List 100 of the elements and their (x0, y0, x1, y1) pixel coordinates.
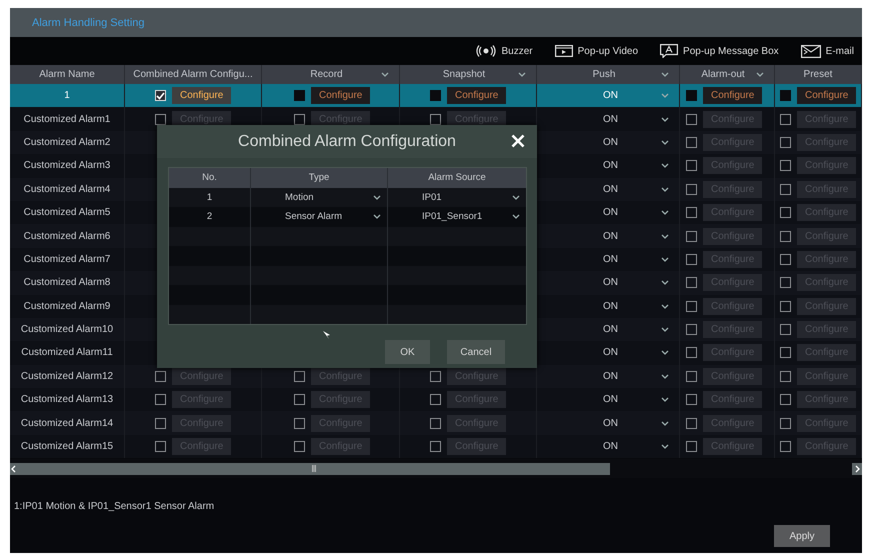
checkbox[interactable] (780, 324, 791, 336)
checkbox[interactable] (686, 254, 697, 265)
source-dropdown[interactable]: IP01_Sensor1 (388, 207, 526, 226)
checkbox[interactable] (780, 160, 791, 172)
checkbox[interactable] (155, 394, 166, 406)
checkbox[interactable] (430, 418, 441, 429)
checkbox[interactable] (294, 114, 305, 125)
checkbox[interactable] (780, 136, 791, 148)
caret-icon (373, 214, 381, 220)
caret-icon (661, 327, 669, 332)
checkbox[interactable] (686, 394, 697, 406)
caret-icon (661, 304, 669, 309)
push-dropdown[interactable]: ON (537, 114, 679, 125)
checkbox[interactable] (780, 300, 791, 312)
push-dropdown[interactable]: ON (537, 394, 679, 406)
checkbox[interactable] (430, 370, 441, 382)
checkbox[interactable] (686, 418, 697, 429)
checkbox[interactable] (780, 207, 791, 218)
checkbox[interactable] (780, 394, 791, 406)
checkbox[interactable] (294, 370, 305, 382)
close-icon[interactable] (511, 134, 525, 148)
configure-button[interactable]: Configure (703, 87, 762, 104)
checkbox[interactable] (294, 90, 305, 102)
column-header: Alarm-out (700, 69, 746, 80)
dialog-button[interactable]: Cancel (447, 340, 505, 364)
buzzer-icon (476, 45, 496, 57)
checkbox[interactable] (155, 114, 166, 125)
scroll-left-icon[interactable] (10, 462, 18, 475)
checkbox[interactable] (686, 90, 697, 102)
apply-button[interactable]: Apply (774, 525, 830, 548)
toolbar-button[interactable]: Buzzer (476, 45, 533, 57)
alarm-name: Customized Alarm3 (24, 160, 110, 172)
checkbox[interactable] (686, 114, 697, 125)
alarm-name: Customized Alarm12 (20, 370, 114, 382)
checkbox[interactable] (686, 160, 697, 172)
checkbox[interactable] (430, 441, 441, 452)
push-dropdown[interactable]: ON (537, 136, 679, 148)
alarm-name: Customized Alarm9 (24, 300, 110, 312)
checkbox[interactable] (780, 347, 791, 358)
checkbox[interactable] (294, 441, 305, 452)
push-dropdown[interactable]: ON (537, 441, 679, 452)
checkbox[interactable] (780, 277, 791, 288)
column-header: Combined Alarm Configu... (133, 69, 253, 80)
push-dropdown[interactable]: ON (537, 347, 679, 358)
checkbox[interactable] (780, 441, 791, 452)
push-dropdown[interactable]: ON (537, 254, 679, 265)
configure-button[interactable]: Configure (797, 87, 856, 104)
checkbox[interactable] (780, 114, 791, 125)
checkbox[interactable] (294, 394, 305, 406)
checkbox[interactable] (430, 90, 441, 102)
checkbox[interactable] (430, 394, 441, 406)
checkbox[interactable] (686, 277, 697, 288)
checkbox[interactable] (686, 230, 697, 242)
checkbox[interactable] (686, 207, 697, 218)
checkbox[interactable] (155, 441, 166, 452)
push-dropdown[interactable]: ON (537, 184, 679, 195)
checkbox[interactable] (155, 418, 166, 429)
checkbox[interactable] (294, 418, 305, 429)
checkbox[interactable] (780, 230, 791, 242)
caret-icon (512, 194, 520, 200)
push-dropdown[interactable]: ON (537, 300, 679, 312)
push-dropdown[interactable]: ON (537, 207, 679, 218)
type-dropdown[interactable]: Motion (251, 188, 387, 207)
summary-text: 1:IP01 Motion & IP01_Sensor1 Sensor Alarm (14, 501, 214, 512)
caret-icon (661, 186, 669, 192)
push-dropdown[interactable]: ON (537, 160, 679, 172)
checkbox[interactable] (686, 324, 697, 336)
caret-icon (661, 350, 669, 356)
checkbox[interactable] (686, 347, 697, 358)
push-dropdown[interactable]: ON (537, 418, 679, 429)
checkbox[interactable] (780, 184, 791, 195)
type-dropdown[interactable]: Sensor Alarm (251, 207, 387, 226)
row-number: 2 (206, 211, 212, 222)
configure-button[interactable]: Configure (172, 87, 232, 104)
checkbox[interactable] (155, 370, 166, 382)
push-dropdown[interactable]: ON (537, 90, 679, 102)
push-dropdown[interactable]: ON (537, 277, 679, 288)
checkbox[interactable] (686, 184, 697, 195)
checkbox[interactable] (780, 90, 791, 102)
source-dropdown[interactable]: IP01 (388, 188, 526, 207)
checkbox[interactable] (686, 136, 697, 148)
checkbox[interactable] (686, 370, 697, 382)
checkbox[interactable] (686, 300, 697, 312)
checkbox[interactable] (780, 254, 791, 265)
email-icon (800, 44, 821, 58)
checkbox[interactable] (780, 370, 791, 382)
checkbox[interactable] (686, 441, 697, 452)
toolbar-button[interactable]: E-mail (800, 44, 854, 58)
scroll-right-icon[interactable] (852, 462, 862, 475)
configure-button[interactable]: Configure (311, 87, 370, 104)
configure-button[interactable]: Configure (447, 87, 506, 104)
checkbox[interactable] (780, 418, 791, 429)
push-dropdown[interactable]: ON (537, 230, 679, 242)
dialog-button[interactable]: OK (385, 340, 430, 364)
checkbox[interactable] (430, 114, 441, 125)
toolbar-button[interactable]: Pop-up Message Box (660, 44, 779, 58)
scrollbar-thumb[interactable] (18, 462, 610, 475)
push-dropdown[interactable]: ON (537, 370, 679, 382)
push-dropdown[interactable]: ON (537, 324, 679, 336)
toolbar-button[interactable]: Pop-up Video (554, 45, 638, 57)
